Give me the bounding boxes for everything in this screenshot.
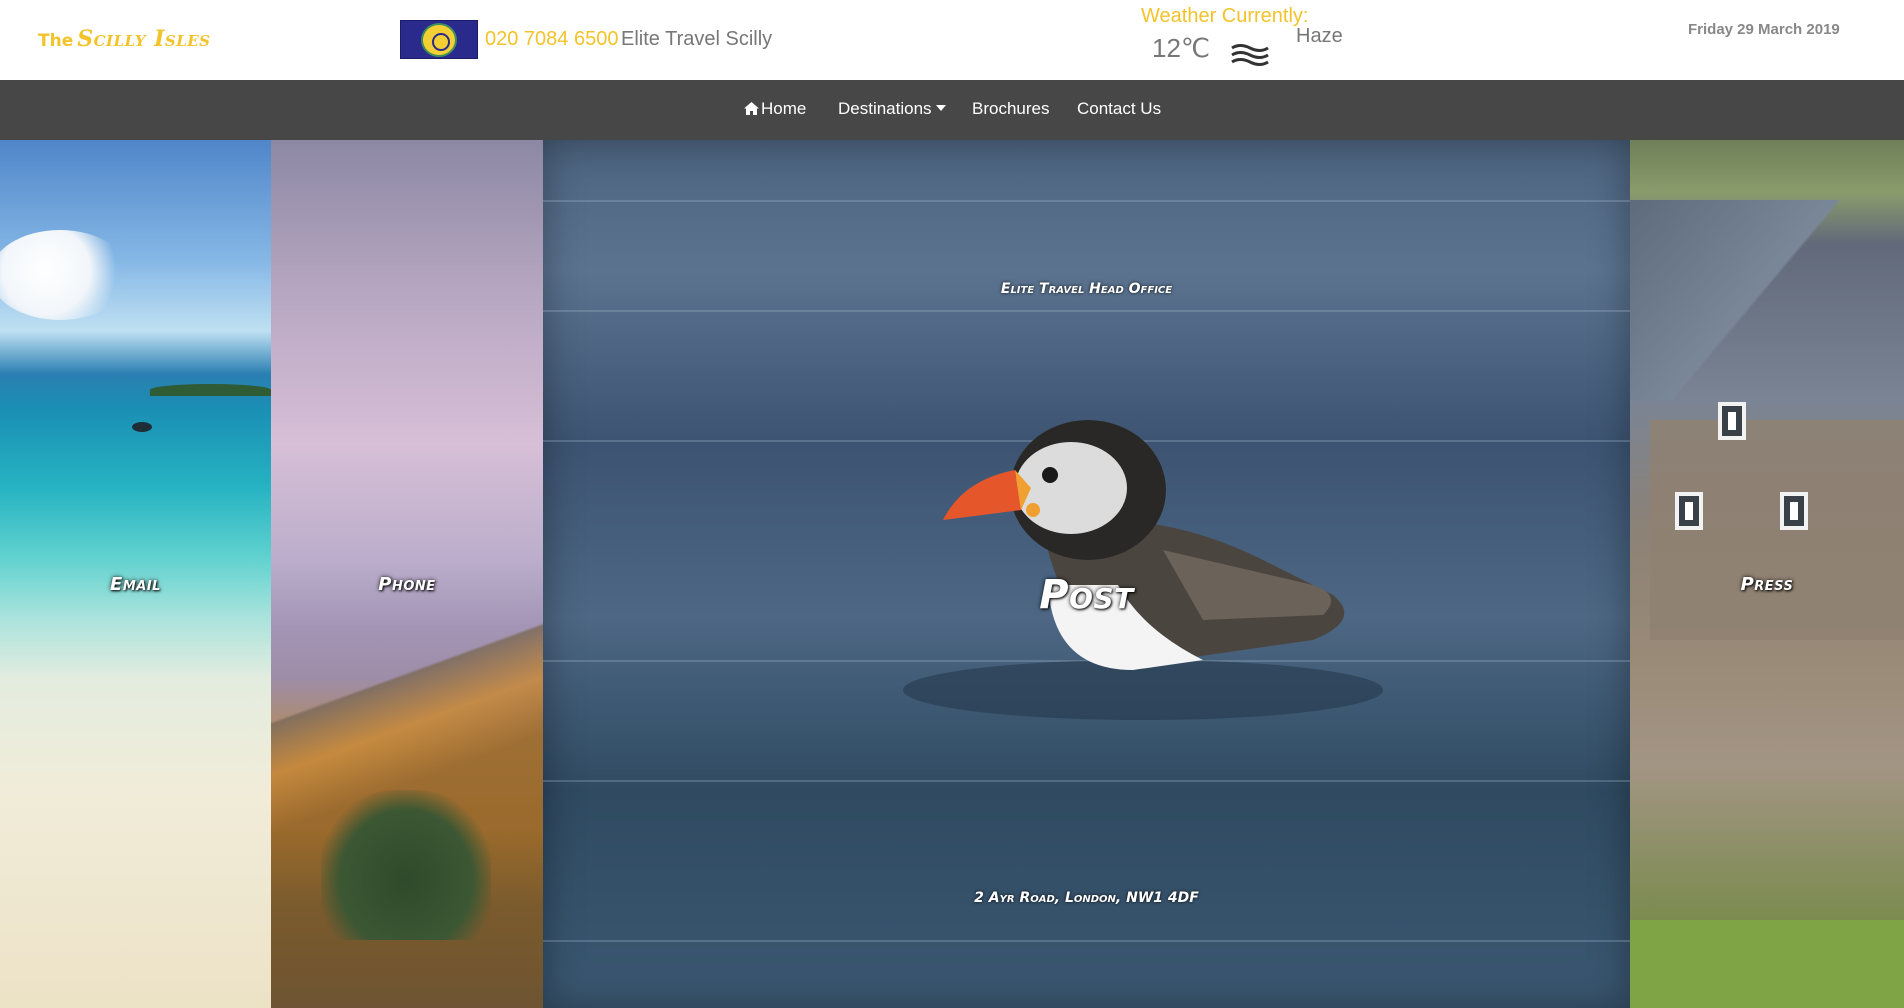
nav-home-label: Home <box>761 99 807 118</box>
rock-image <box>132 422 152 432</box>
window-image <box>1718 402 1746 440</box>
puffin-image <box>903 420 1383 720</box>
post-label: Post <box>1039 572 1134 618</box>
email-panel[interactable]: Email <box>0 140 271 1008</box>
home-icon <box>744 102 759 115</box>
phone-panel[interactable]: Phone <box>271 140 543 1008</box>
building-wall-image <box>1650 420 1904 640</box>
wave-line <box>543 310 1630 312</box>
window-image <box>1675 492 1703 530</box>
phone-label: Phone <box>378 574 436 595</box>
press-panel[interactable]: Press <box>1630 140 1904 1008</box>
nav-contact-us[interactable]: Contact Us <box>1077 99 1161 119</box>
haze-icon <box>1231 44 1269 66</box>
phone-number[interactable]: 020 7084 6500 <box>485 28 618 51</box>
weather-condition: Haze <box>1296 25 1343 47</box>
site-header: The Scilly Isles 020 7084 6500 Elite Trav… <box>0 0 1904 80</box>
nav-brochures-label: Brochures <box>972 99 1050 118</box>
logo-name: Scilly Isles <box>77 26 211 52</box>
nav-brochures[interactable]: Brochures <box>972 99 1049 119</box>
press-label: Press <box>1740 574 1794 595</box>
wave-line <box>543 780 1630 782</box>
company-name: Elite Travel Scilly <box>621 28 773 50</box>
post-panel[interactable]: Elite Travel Head Office Post 2 Ayr Road… <box>543 140 1630 1008</box>
head-office-title: Elite Travel Head Office <box>1000 281 1173 297</box>
nav-home[interactable]: Home <box>744 99 806 119</box>
site-logo[interactable]: The Scilly Isles <box>38 26 211 52</box>
current-date: Friday 29 March 2019 <box>1688 21 1840 38</box>
email-label: Email <box>110 574 161 595</box>
grass-image <box>1630 920 1904 1008</box>
head-office-address: 2 Ayr Road, London, NW1 4DF <box>974 890 1199 906</box>
main-nav: Home Destinations Brochures Contact Us <box>0 80 1904 140</box>
window-image <box>1780 492 1808 530</box>
nav-destinations-label: Destinations <box>838 99 932 118</box>
wave-line <box>543 940 1630 942</box>
trees-image <box>321 790 491 940</box>
weather-temperature: 12℃ <box>1152 33 1211 63</box>
island-image <box>150 384 271 396</box>
scilly-flag-icon <box>400 20 478 59</box>
cloud-image <box>0 230 130 320</box>
caret-down-icon <box>935 105 946 111</box>
roof-image <box>1630 200 1840 400</box>
nav-destinations[interactable]: Destinations <box>838 99 946 119</box>
logo-prefix: The <box>38 31 74 51</box>
weather-label: Weather Currently: <box>1141 5 1309 27</box>
wave-line <box>543 200 1630 202</box>
nav-contact-label: Contact Us <box>1077 99 1162 118</box>
